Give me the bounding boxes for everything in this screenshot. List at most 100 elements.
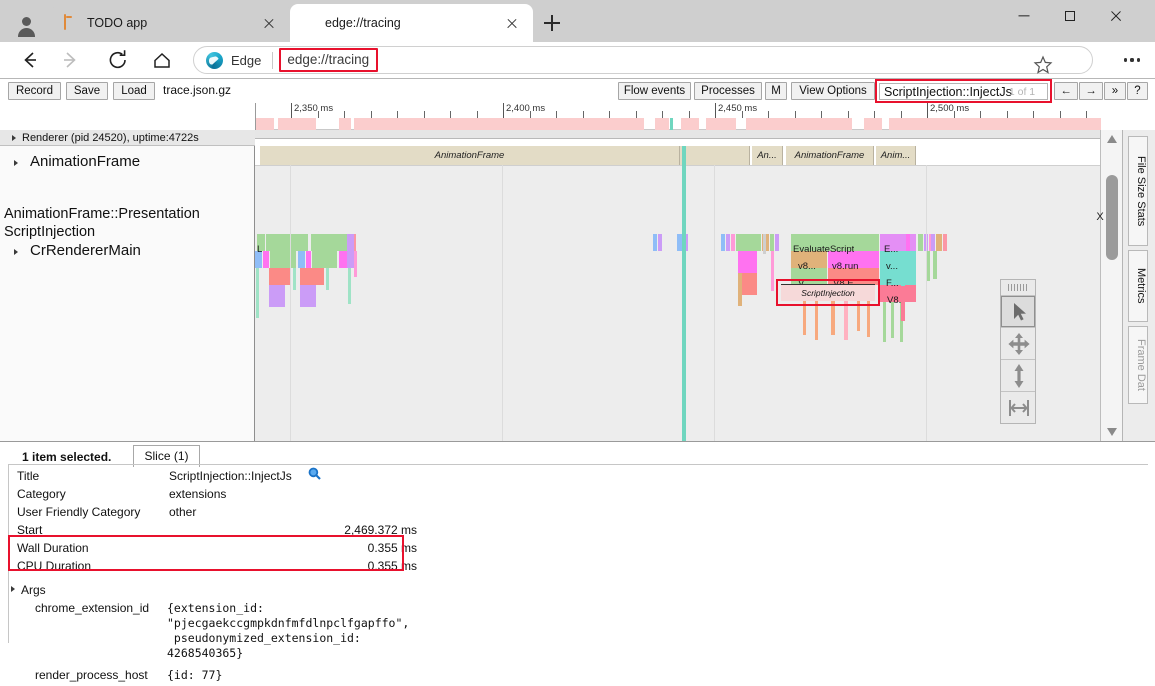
flame-bar[interactable]	[936, 234, 942, 251]
close-track-button[interactable]: X	[1092, 209, 1108, 225]
flame-bar[interactable]	[263, 251, 269, 268]
flame-bar[interactable]	[901, 234, 905, 251]
flame-bar[interactable]	[347, 234, 354, 268]
flame-bar[interactable]	[339, 251, 347, 268]
browser-tab-todo-app[interactable]: TODO app	[52, 4, 290, 42]
more-options-icon[interactable]	[1117, 47, 1147, 73]
flame-bar[interactable]	[721, 234, 725, 251]
flame-bar[interactable]	[943, 234, 947, 251]
chevron-down-icon[interactable]	[14, 249, 18, 255]
flame-chart[interactable]: AnimationFrameAn...AnimationFrameAnim...…	[255, 146, 1100, 441]
scroll-down-arrow-icon[interactable]	[1101, 423, 1123, 441]
flame-bar[interactable]	[910, 234, 916, 251]
animationframe-slice[interactable]: An...	[752, 146, 783, 165]
flame-bar[interactable]	[300, 268, 324, 285]
tab-metrics[interactable]: Metrics	[1128, 250, 1148, 322]
flame-bar[interactable]	[770, 234, 774, 251]
selected-slice-scriptinjection[interactable]: ScriptInjection	[781, 284, 875, 301]
record-button[interactable]: Record	[8, 82, 61, 100]
flame-bar[interactable]	[266, 234, 308, 251]
flow-events-button[interactable]: Flow events	[618, 82, 691, 100]
flame-bar[interactable]	[726, 234, 730, 251]
flame-bar[interactable]	[354, 251, 357, 277]
track-label-presentation[interactable]: AnimationFrame::Presentation	[4, 206, 200, 222]
save-button[interactable]: Save	[66, 82, 108, 100]
window-close-button[interactable]	[1093, 0, 1139, 32]
window-minimize-button[interactable]	[1001, 0, 1047, 32]
reload-icon[interactable]	[105, 47, 131, 73]
flame-bar[interactable]	[933, 251, 937, 279]
animationframe-band-row[interactable]: AnimationFrameAn...AnimationFrameAnim...	[255, 146, 1100, 165]
flame-bar[interactable]	[771, 251, 774, 291]
home-icon[interactable]	[149, 47, 175, 73]
flame-bar[interactable]	[270, 251, 296, 268]
new-tab-button[interactable]	[537, 8, 567, 38]
flame-bar[interactable]	[738, 251, 757, 273]
flame-bar[interactable]	[931, 234, 935, 251]
window-maximize-button[interactable]	[1047, 0, 1093, 32]
animationframe-slice[interactable]	[680, 146, 750, 165]
vertical-arrow-icon[interactable]	[1001, 360, 1035, 392]
scroll-up-arrow-icon[interactable]	[1101, 130, 1123, 148]
flame-bar[interactable]	[919, 234, 923, 251]
flame-bar[interactable]	[298, 251, 305, 268]
magnify-icon[interactable]	[308, 467, 321, 480]
pan-4way-icon[interactable]	[1001, 328, 1035, 360]
view-options-button[interactable]: View Options	[791, 82, 875, 100]
track-label-animationframe[interactable]: AnimationFrame	[30, 153, 140, 170]
profile-button[interactable]	[6, 5, 46, 37]
flame-bar[interactable]	[312, 251, 337, 268]
flame-bar[interactable]	[300, 285, 316, 307]
flame-bar[interactable]	[763, 234, 766, 254]
back-arrow-icon[interactable]	[17, 47, 43, 73]
track-scrollbar[interactable]	[1100, 130, 1122, 441]
flame-bar[interactable]	[775, 234, 779, 251]
animationframe-slice[interactable]: AnimationFrame	[260, 146, 680, 165]
flame-bar[interactable]	[901, 286, 905, 321]
args-header[interactable]: Args	[11, 583, 46, 601]
processes-button[interactable]: Processes	[694, 82, 762, 100]
tab-file-size-stats[interactable]: File Size Stats	[1128, 136, 1148, 246]
search-prev-button[interactable]: ←	[1054, 82, 1078, 100]
flame-bar[interactable]	[742, 273, 757, 295]
help-button[interactable]: ?	[1127, 82, 1148, 100]
flame-bar[interactable]	[658, 234, 662, 251]
tab-close-icon[interactable]	[501, 12, 523, 34]
flame-bar[interactable]	[256, 268, 259, 318]
horizontal-arrow-icon[interactable]	[1001, 392, 1035, 424]
flame-bar[interactable]	[306, 251, 311, 268]
flame-bar[interactable]	[901, 251, 905, 286]
track-label-crrenderermain[interactable]: CrRendererMain	[30, 242, 141, 259]
browser-tab-edge-tracing[interactable]: edge://tracing	[290, 4, 533, 42]
process-header-row[interactable]: Renderer (pid 24520), uptime:4722s	[0, 130, 255, 146]
flame-bar[interactable]	[927, 251, 930, 281]
search-input[interactable]: ScriptInjection::InjectJs 1 of 1	[879, 83, 1048, 100]
tab-close-icon[interactable]	[258, 12, 280, 34]
track-label-scriptinjection[interactable]: ScriptInjection	[4, 224, 95, 240]
flame-bar[interactable]	[293, 268, 296, 290]
animationframe-slice[interactable]: AnimationFrame	[786, 146, 874, 165]
search-next-button[interactable]: →	[1079, 82, 1103, 100]
flame-bar[interactable]	[269, 285, 285, 307]
drag-handle[interactable]	[1001, 280, 1035, 296]
load-button[interactable]: Load	[113, 82, 155, 100]
overflow-button[interactable]: »	[1104, 82, 1126, 100]
flame-bar[interactable]	[326, 268, 329, 290]
view-tools-palette[interactable]	[1000, 279, 1036, 424]
flame-bar[interactable]	[311, 234, 349, 251]
overview-band-row[interactable]	[256, 118, 1101, 130]
favorite-star-icon[interactable]	[1032, 54, 1054, 76]
cursor-arrow-icon[interactable]	[1001, 296, 1035, 328]
address-bar[interactable]: Edge edge://tracing	[193, 46, 1093, 74]
animationframe-slice[interactable]: Anim...	[876, 146, 916, 165]
flame-bar[interactable]	[736, 234, 761, 251]
timeline-overview[interactable]: 2,350 ms2,400 ms2,450 ms2,500 ms	[255, 103, 1100, 130]
tab-frame-data[interactable]: Frame Dat	[1128, 326, 1148, 404]
flame-bar[interactable]	[653, 234, 657, 251]
flame-bar[interactable]	[731, 234, 735, 251]
flame-bar[interactable]	[883, 302, 886, 342]
flame-bar[interactable]	[348, 268, 351, 304]
flame-bar[interactable]	[269, 268, 291, 285]
chevron-down-icon[interactable]	[14, 160, 18, 166]
metrics-toggle-button[interactable]: M	[765, 82, 787, 100]
